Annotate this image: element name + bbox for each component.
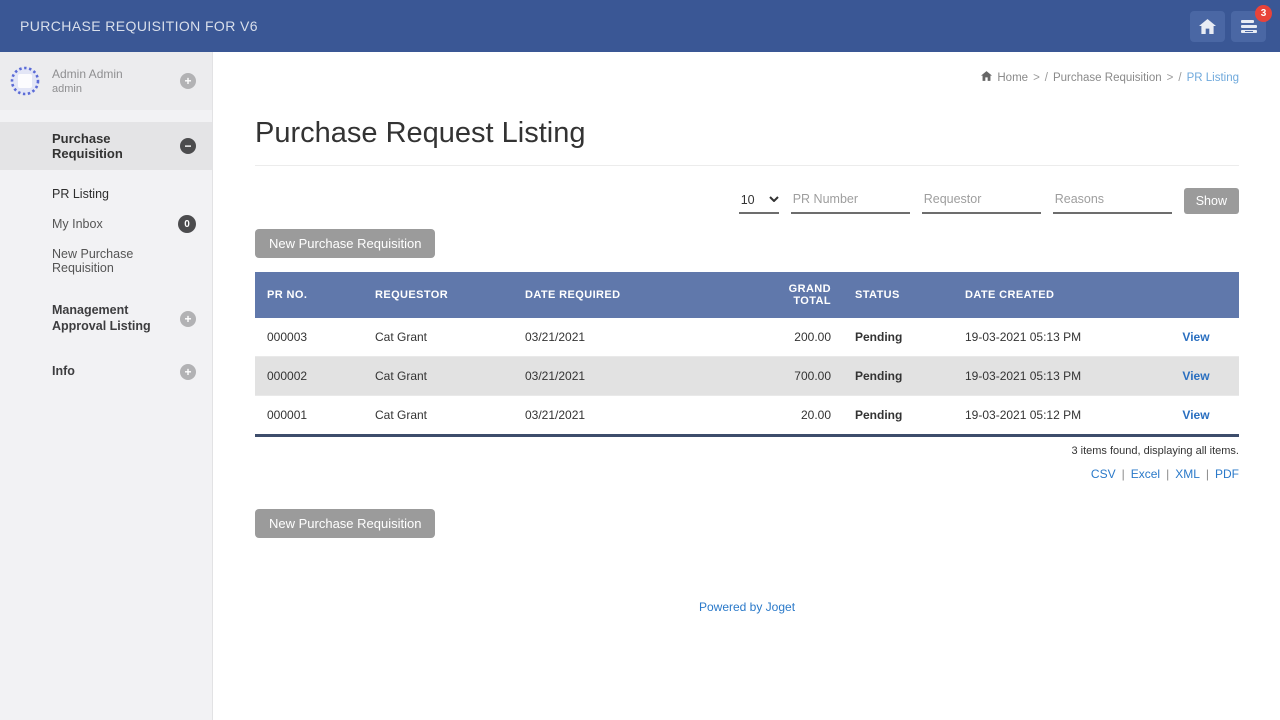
sidebar-item-purchase-requisition[interactable]: Purchase Requisition − xyxy=(0,122,212,170)
breadcrumb-arrow: > xyxy=(1166,71,1174,84)
home-icon xyxy=(1199,18,1216,34)
cell-date-created: 19-03-2021 05:13 PM xyxy=(965,330,1082,344)
column-header-pr-no: PR NO. xyxy=(255,272,363,318)
new-purchase-requisition-button-top[interactable]: New Purchase Requisition xyxy=(255,229,436,258)
cell-date-required: 03/21/2021 xyxy=(513,356,743,396)
export-xml-link[interactable]: XML xyxy=(1175,467,1200,481)
cell-requestor: Cat Grant xyxy=(363,356,513,396)
cell-grand-total: 700.00 xyxy=(743,356,843,396)
sidebar-item-info[interactable]: Info + xyxy=(0,355,212,389)
cell-requestor: Cat Grant xyxy=(375,330,428,344)
page-size-select-wrap: 10 xyxy=(738,189,779,214)
column-header-requestor: REQUESTOR xyxy=(363,272,513,318)
cell-date-required: 03/21/2021 xyxy=(513,395,743,436)
requestor-input[interactable] xyxy=(921,188,1041,214)
column-header-actions xyxy=(1153,272,1239,318)
filter-row: 10 Show xyxy=(255,188,1239,214)
my-inbox-count-badge: 0 xyxy=(178,215,196,233)
export-csv-link[interactable]: CSV xyxy=(1091,467,1116,481)
user-info: Admin Admin admin xyxy=(52,67,123,95)
view-link[interactable]: View xyxy=(1182,408,1209,422)
main-content: Home > / Purchase Requisition > / PR Lis… xyxy=(213,52,1280,720)
cell-date-created: 19-03-2021 05:12 PM xyxy=(953,395,1153,436)
user-name: Admin Admin xyxy=(52,67,123,81)
export-separator: | xyxy=(1166,467,1170,481)
cell-requestor: Cat Grant xyxy=(363,395,513,436)
inbox-list-icon xyxy=(1240,19,1258,34)
home-icon xyxy=(981,71,993,84)
export-separator: | xyxy=(1121,467,1125,481)
cell-date-created: 19-03-2021 05:13 PM xyxy=(953,356,1153,396)
breadcrumb-slash: / xyxy=(1178,71,1182,84)
cell-grand-total: 200.00 xyxy=(794,330,831,344)
breadcrumb-purchase-requisition[interactable]: Purchase Requisition xyxy=(1053,72,1162,84)
show-button[interactable]: Show xyxy=(1183,188,1239,214)
export-excel-link[interactable]: Excel xyxy=(1131,467,1160,481)
export-separator: | xyxy=(1205,467,1209,481)
topbar: PURCHASE REQUISITION FOR V6 3 xyxy=(0,0,1280,52)
topbar-actions: 3 xyxy=(1190,4,1272,42)
menu-item-label: PR Listing xyxy=(52,187,109,201)
inbox-button[interactable]: 3 xyxy=(1231,4,1272,42)
powered-by-joget-link[interactable]: Powered by Joget xyxy=(699,600,795,614)
footer: Powered by Joget xyxy=(255,600,1239,614)
collapse-minus-icon[interactable]: − xyxy=(180,138,196,154)
user-username: admin xyxy=(52,83,82,95)
table-row: 000001 Cat Grant 03/21/2021 20.00 Pendin… xyxy=(255,395,1239,436)
cell-grand-total: 20.00 xyxy=(743,395,843,436)
page-size-select[interactable]: 10 xyxy=(738,189,779,214)
cell-pr-no: 000003 xyxy=(267,330,308,344)
table-summary: 3 items found, displaying all items. xyxy=(1071,445,1239,457)
inbox-count-badge: 3 xyxy=(1255,4,1272,22)
cell-date-required: 03/21/2021 xyxy=(525,330,586,344)
breadcrumb-home[interactable]: Home xyxy=(997,72,1028,84)
cell-pr-no: 000001 xyxy=(255,395,363,436)
home-button[interactable] xyxy=(1190,10,1225,42)
breadcrumb: Home > / Purchase Requisition > / PR Lis… xyxy=(255,52,1239,84)
pr-number-input[interactable] xyxy=(790,188,910,214)
expand-plus-icon[interactable]: + xyxy=(180,364,196,381)
user-expand-plus-icon[interactable]: + xyxy=(180,73,196,89)
column-header-grand-total: GRAND TOTAL xyxy=(743,272,843,318)
column-header-date-required: DATE REQUIRED xyxy=(513,272,743,318)
export-pdf-link[interactable]: PDF xyxy=(1215,467,1239,481)
sidebar-item-my-inbox[interactable]: My Inbox 0 xyxy=(0,208,212,240)
sidebar-item-new-purchase-requisition[interactable]: New Purchase Requisition xyxy=(0,240,212,282)
sidebar-item-pr-listing[interactable]: PR Listing xyxy=(0,180,212,208)
view-link[interactable]: View xyxy=(1182,369,1209,383)
user-avatar xyxy=(10,66,40,96)
breadcrumb-arrow: > xyxy=(1033,71,1040,84)
breadcrumb-slash: / xyxy=(1044,71,1048,84)
title-divider xyxy=(255,165,1239,166)
table-header-row: PR NO. REQUESTOR DATE REQUIRED GRAND TOT… xyxy=(255,272,1239,318)
sidebar: Admin Admin admin + Purchase Requisition… xyxy=(0,52,213,720)
column-header-date-created: DATE CREATED xyxy=(953,272,1153,318)
menu-section-label: Info xyxy=(52,364,75,379)
menu-item-label: My Inbox xyxy=(52,217,103,231)
app-window: PURCHASE REQUISITION FOR V6 3 Admin Admi… xyxy=(0,0,1280,720)
breadcrumb-current: PR Listing xyxy=(1186,71,1239,84)
menu-item-label: New Purchase Requisition xyxy=(52,247,134,275)
pr-listing-table: PR NO. REQUESTOR DATE REQUIRED GRAND TOT… xyxy=(255,272,1239,437)
column-header-status: STATUS xyxy=(843,272,953,318)
sidebar-menu: PR Listing My Inbox 0 New Purchase Requi… xyxy=(0,170,212,282)
menu-header-label: Purchase Requisition xyxy=(52,131,123,161)
status-badge: Pending xyxy=(855,330,903,344)
expand-plus-icon[interactable]: + xyxy=(180,310,196,327)
status-badge: Pending xyxy=(843,356,953,396)
user-section: Admin Admin admin + xyxy=(0,52,212,110)
new-purchase-requisition-button-bottom[interactable]: New Purchase Requisition xyxy=(255,509,436,538)
sidebar-item-management-approval-listing[interactable]: Management Approval Listing + xyxy=(0,294,212,343)
export-links: CSV | Excel | XML | PDF xyxy=(255,467,1239,481)
menu-section-label: Management Approval Listing xyxy=(52,303,151,333)
status-badge: Pending xyxy=(843,395,953,436)
table-row: 000002 Cat Grant 03/21/2021 700.00 Pendi… xyxy=(255,356,1239,396)
view-link[interactable]: View xyxy=(1182,330,1209,344)
table-row: 000003 Cat Grant 03/21/2021 200.00 Pendi… xyxy=(255,318,1239,357)
app-title: PURCHASE REQUISITION FOR V6 xyxy=(20,18,258,34)
cell-pr-no: 000002 xyxy=(255,356,363,396)
page-title: Purchase Request Listing xyxy=(255,117,586,149)
reasons-input[interactable] xyxy=(1052,188,1172,214)
